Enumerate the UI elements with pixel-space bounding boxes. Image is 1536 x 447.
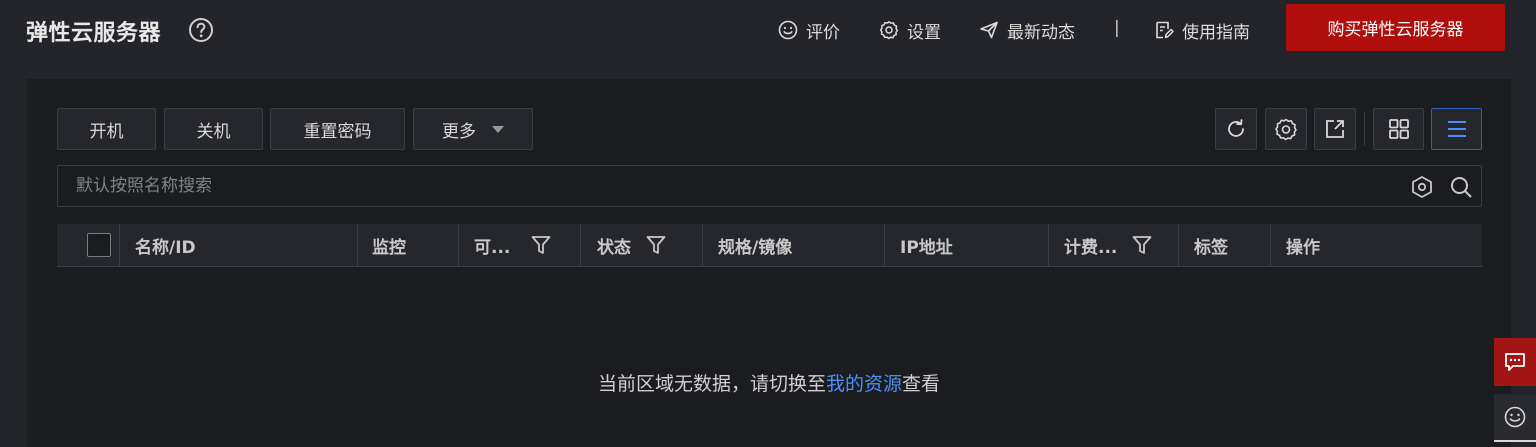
toolbar-divider <box>1364 112 1365 146</box>
table-header: 名称/ID 监控 可... 状态 规格/镜像 IP地址 计费... 标签 操作 <box>57 224 1482 267</box>
column-label: 计费... <box>1064 237 1118 258</box>
column-spec-image: 规格/镜像 <box>718 224 792 266</box>
main-panel: 开机 关机 重置密码 更多 默认按照名称搜索 名称/ID 监控 可... 状态 … <box>27 79 1511 447</box>
gear-icon <box>879 21 899 40</box>
column-billing: 计费... <box>1064 224 1153 266</box>
column-divider <box>884 224 885 266</box>
column-label: 监控 <box>372 237 406 258</box>
column-divider <box>580 224 581 266</box>
filter-icon[interactable] <box>1131 234 1153 256</box>
search-icon[interactable] <box>1449 175 1473 199</box>
hexagon-settings-icon[interactable] <box>1410 175 1434 199</box>
feedback-widget-button[interactable] <box>1494 394 1536 442</box>
more-dropdown[interactable]: 更多 <box>413 108 533 150</box>
empty-state-suffix: 查看 <box>902 373 941 395</box>
filter-icon[interactable] <box>645 234 667 256</box>
gear-icon <box>1275 118 1297 141</box>
header-divider: | <box>1114 18 1120 38</box>
column-divider <box>119 224 120 266</box>
column-label: 标签 <box>1194 237 1228 258</box>
list-view-button[interactable] <box>1431 108 1482 150</box>
search-box <box>57 165 1482 207</box>
smile-icon <box>1504 406 1526 428</box>
column-availability-zone: 可... <box>474 224 552 266</box>
rate-link[interactable]: 评价 <box>778 16 840 44</box>
column-divider <box>1178 224 1179 266</box>
column-tags: 标签 <box>1194 224 1228 266</box>
card-view-button[interactable] <box>1373 108 1424 150</box>
select-all-checkbox[interactable] <box>87 233 111 257</box>
export-icon <box>1326 120 1344 138</box>
search-input[interactable] <box>58 166 1398 206</box>
column-status: 状态 <box>597 224 667 266</box>
page-title: 弹性云服务器 <box>26 21 162 46</box>
guide-icon <box>1156 21 1174 39</box>
rate-link-label: 评价 <box>806 22 840 43</box>
column-label: 规格/镜像 <box>718 237 793 258</box>
column-label: IP地址 <box>900 237 953 258</box>
smile-icon <box>778 20 798 40</box>
start-button[interactable]: 开机 <box>57 108 156 150</box>
stop-button[interactable]: 关机 <box>164 108 263 150</box>
column-label: 可... <box>474 237 511 258</box>
my-resources-link[interactable]: 我的资源 <box>826 373 902 395</box>
reset-password-button[interactable]: 重置密码 <box>270 108 405 150</box>
empty-state-text: 当前区域无数据，请切换至 <box>597 373 826 395</box>
refresh-icon <box>1228 119 1244 137</box>
paper-plane-icon <box>980 21 998 39</box>
help-icon[interactable] <box>188 17 214 43</box>
column-divider <box>1048 224 1049 266</box>
grid-view-icon <box>1388 119 1409 139</box>
column-label: 状态 <box>597 237 631 258</box>
guide-link[interactable]: 使用指南 <box>1154 16 1250 44</box>
refresh-button[interactable] <box>1215 108 1257 150</box>
column-divider <box>1270 224 1271 266</box>
list-view-icon <box>1447 121 1466 137</box>
column-divider <box>702 224 703 266</box>
column-actions: 操作 <box>1286 224 1320 266</box>
news-link-label: 最新动态 <box>1007 22 1075 43</box>
column-settings-button[interactable] <box>1265 108 1307 150</box>
caret-down-icon <box>492 125 504 133</box>
top-bar: 弹性云服务器 评价 设置 最新动态 | 使用指南 购买弹性云服务器 <box>0 0 1536 62</box>
column-label: 名称/ID <box>135 237 196 258</box>
chat-icon <box>1505 353 1525 371</box>
empty-state: 当前区域无数据，请切换至我的资源查看 <box>27 369 1511 396</box>
settings-link[interactable]: 设置 <box>879 16 941 44</box>
export-button[interactable] <box>1314 108 1356 150</box>
column-label: 操作 <box>1286 237 1320 258</box>
news-link[interactable]: 最新动态 <box>979 16 1075 44</box>
chat-widget-button[interactable] <box>1494 338 1536 386</box>
column-name-id[interactable]: 名称/ID <box>135 224 196 266</box>
filter-icon[interactable] <box>530 234 552 256</box>
settings-link-label: 设置 <box>907 22 941 43</box>
column-divider <box>458 224 459 266</box>
buy-ecs-button[interactable]: 购买弹性云服务器 <box>1286 4 1505 51</box>
column-monitor: 监控 <box>372 224 406 266</box>
column-ip-address: IP地址 <box>900 224 953 266</box>
guide-link-label: 使用指南 <box>1182 22 1250 43</box>
more-dropdown-label: 更多 <box>442 121 476 142</box>
column-divider <box>357 224 358 266</box>
